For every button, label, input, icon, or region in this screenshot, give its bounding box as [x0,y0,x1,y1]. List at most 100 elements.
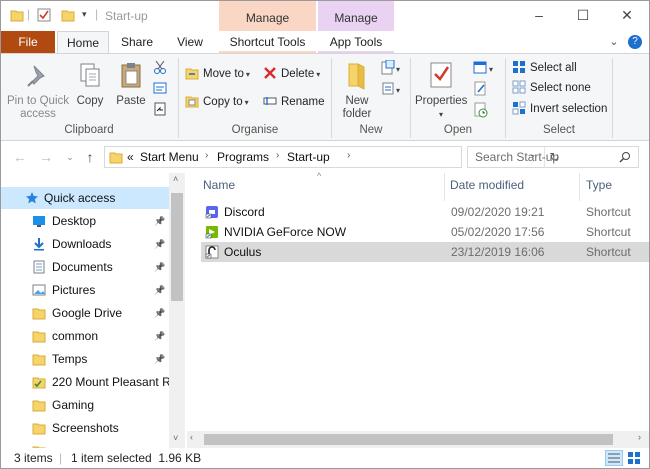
sidebar-item-220-mount-pleasant-roa[interactable]: 220 Mount Pleasant Roa [1,371,169,393]
nvidia-geforce-now-icon [205,226,218,239]
scroll-left-icon[interactable]: ‹ [190,432,193,442]
sidebar-item-label: Desktop [52,214,97,228]
selection-info: 1 item selected 1.96 KB [71,451,202,465]
properties-check-icon[interactable] [37,8,51,22]
folder-icon [32,354,46,366]
edit-icon[interactable] [473,81,489,97]
sidebar-item-gaming[interactable]: Gaming [1,394,169,416]
oculus-icon [205,245,219,259]
svg-text:▾: ▾ [489,65,493,74]
column-divider[interactable] [444,173,445,201]
search-icon [619,152,630,163]
pin-to-quick-access-button[interactable]: Pin to Quick access [5,60,71,121]
column-header-date-modified[interactable]: Date modified [450,177,524,201]
customize-toolbar-chevron-icon[interactable]: ▾ [82,9,87,20]
tab-app-tools[interactable]: App Tools [318,31,394,53]
easy-access-icon[interactable]: ▾ [381,81,403,97]
sidebar-item-temps[interactable]: Temps 📌 [1,348,169,370]
up-arrow-icon[interactable]: ↑ [81,148,99,166]
file-row[interactable]: Oculus 23/12/2019 16:06 Shortcut [201,242,649,262]
invert-selection-button[interactable]: Invert selection [512,100,607,118]
invert-selection-label: Invert selection [530,103,608,115]
breadcrumb-start-menu[interactable]: Start Menu [140,150,199,164]
copy-to-label: Copy to [203,96,243,108]
sidebar-item-documents[interactable]: Documents 📌 [1,256,169,278]
cut-icon[interactable] [153,60,167,74]
file-row[interactable]: Discord 09/02/2020 19:21 Shortcut [201,202,649,222]
select-none-button[interactable]: Select none [512,79,591,97]
vertical-scroll-thumb[interactable] [171,193,183,301]
select-none-icon [512,80,526,94]
breadcrumb-chevron-icon[interactable]: › [276,150,279,161]
tab-share[interactable]: Share [111,31,163,53]
tab-file[interactable]: File [1,31,55,53]
pin-icon [27,65,45,87]
breadcrumb-chevron-icon[interactable]: › [205,150,208,161]
sidebar-item-[interactable]: ... [1,440,169,448]
rename-button[interactable]: Rename [263,93,324,111]
back-arrow-icon[interactable]: ← [11,148,29,166]
scroll-up-icon[interactable]: ˄ [173,174,178,184]
pin-icon: 📌 [154,216,166,226]
column-header-name[interactable]: Name [203,177,235,201]
help-icon[interactable]: ? [628,35,642,49]
address-bar[interactable]: « Start Menu › Programs › Start-up › ⌄ ↻ [104,146,560,168]
breadcrumb-programs[interactable]: Programs [217,150,269,164]
scroll-right-icon[interactable]: › [638,432,641,442]
scroll-down-icon[interactable]: ˅ [173,433,178,443]
sidebar-item-desktop[interactable]: Desktop 📌 [1,210,169,232]
properties-button[interactable]: Properties ▾ [415,60,467,121]
horizontal-scrollbar[interactable]: ‹ › [187,431,649,448]
recent-locations-chevron-icon[interactable]: ⌄ [61,148,79,166]
rename-icon [263,97,277,105]
history-icon[interactable] [473,102,489,118]
forward-arrow-icon[interactable]: → [37,148,55,166]
column-divider[interactable] [579,173,580,201]
copy-button[interactable]: Copy [73,60,107,108]
open-icon[interactable]: ▾ [473,60,497,76]
paste-label: Paste [116,95,146,107]
pin-icon: 📌 [154,354,166,364]
new-folder-button[interactable]: New folder [337,60,377,121]
select-all-button[interactable]: Select all [512,59,577,77]
folder-icon [32,308,46,320]
breadcrumb-start-up[interactable]: Start-up [287,150,330,164]
new-folder-quick-icon[interactable] [61,8,75,22]
search-input[interactable]: Search Start-up [467,146,639,168]
breadcrumb-chevron-icon[interactable]: › [347,150,350,161]
details-view-icon[interactable] [605,450,623,466]
copy-icon [80,63,100,87]
tab-view[interactable]: View [165,31,215,53]
divider: | [27,7,31,21]
collapse-ribbon-chevron-icon[interactable]: ⌄ [607,35,621,49]
tab-shortcut-tools[interactable]: Shortcut Tools [219,31,316,53]
file-row[interactable]: NVIDIA GeForce NOW 05/02/2020 17:56 Shortc… [201,222,649,242]
copy-path-icon[interactable] [153,81,167,95]
sidebar-item-screenshots[interactable]: Screenshots [1,417,169,439]
sidebar-item-label: ... [52,440,62,448]
paste-shortcut-icon[interactable] [153,102,167,116]
tab-home[interactable]: Home [57,31,109,54]
paste-button[interactable]: Paste [113,60,149,108]
new-folder-label: New folder [342,95,372,120]
breadcrumb-overflow[interactable]: « [127,150,134,164]
copy-to-button[interactable]: Copy to ▾ [185,93,249,111]
group-label-clipboard: Clipboard [64,124,114,136]
sidebar-item-common[interactable]: common 📌 [1,325,169,347]
new-item-icon[interactable]: ▾ [381,60,403,76]
vertical-scrollbar[interactable]: ˄ ˅ [169,173,185,448]
large-icons-view-icon[interactable] [627,451,641,465]
horizontal-scroll-thumb[interactable] [204,434,613,445]
close-button[interactable]: ✕ [605,1,649,31]
move-to-label: Move to [203,68,244,80]
minimize-button[interactable]: – [517,1,561,31]
maximize-button[interactable]: ☐ [561,1,605,31]
column-header-type[interactable]: Type [586,177,612,201]
sidebar-item-pictures[interactable]: Pictures 📌 [1,279,169,301]
sidebar-item-quick-access[interactable]: Quick access [1,187,169,209]
desktop-icon [33,216,45,227]
move-to-button[interactable]: Move to ▾ [185,65,250,83]
delete-button[interactable]: Delete ▾ [263,65,320,83]
sidebar-item-google-drive[interactable]: Google Drive 📌 [1,302,169,324]
sidebar-item-downloads[interactable]: Downloads 📌 [1,233,169,255]
